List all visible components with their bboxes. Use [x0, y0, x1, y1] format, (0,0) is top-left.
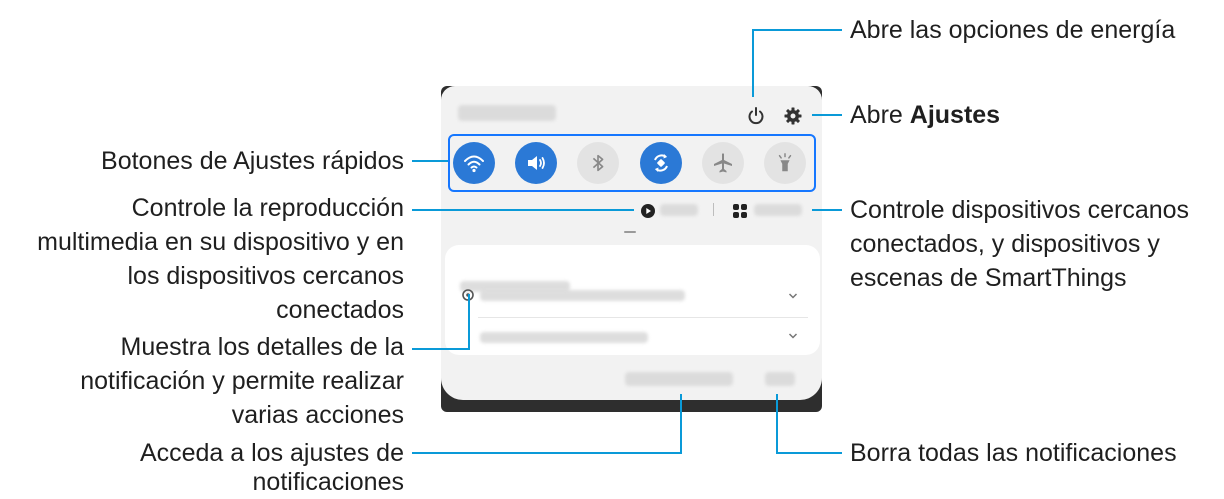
callout-line-quick-buttons [412, 160, 448, 162]
label-devices-3: escenas de SmartThings [850, 264, 1127, 292]
callout-line-power [752, 29, 842, 31]
label-clear-all: Borra todas las notificaciones [850, 439, 1177, 467]
callout-line-devices [812, 209, 842, 211]
flashlight-tile[interactable] [764, 142, 806, 184]
callout-line-notif-settings [412, 452, 682, 454]
airplane-icon [714, 153, 732, 173]
bluetooth-tile[interactable] [577, 142, 619, 184]
label-devices-2: conectados, y dispositivos y [850, 230, 1160, 258]
power-icon[interactable] [744, 104, 768, 128]
sound-tile[interactable] [515, 142, 557, 184]
label-open-settings: Abre Ajustes [850, 98, 1000, 132]
label-media-2: multimedia en su dispositivo y en [37, 228, 404, 256]
blurred-notification-1 [480, 290, 685, 301]
chevron-down-icon[interactable] [786, 290, 800, 302]
chevron-down-icon[interactable] [786, 330, 800, 342]
quick-settings-highlight [448, 134, 816, 192]
label-devices-1: Controle dispositivos cercanos [850, 196, 1190, 224]
callout-line-media [412, 209, 634, 211]
gear-icon[interactable] [781, 104, 805, 128]
clear-all-button[interactable] [765, 372, 795, 386]
callout-line-settings [812, 114, 842, 116]
notification-settings-button[interactable] [625, 372, 733, 386]
label-details-1: Muestra los detalles de la [120, 333, 404, 361]
label-media-3: los dispositivos cercanos [127, 262, 404, 290]
notification-divider [478, 317, 808, 318]
callout-line-power-vertical [752, 29, 754, 97]
label-open-settings-bold: Ajustes [909, 101, 1001, 129]
label-media-1: Controle la reproducción [131, 194, 404, 222]
callout-line-notif-settings-vertical [680, 394, 682, 454]
media-devices-separator [713, 203, 714, 216]
blurred-header-text [458, 105, 556, 121]
panel-drag-handle[interactable] [624, 231, 636, 233]
label-quick-buttons: Botones de Ajustes rápidos [101, 147, 404, 175]
label-details-3: varias acciones [231, 401, 404, 429]
label-open-settings-prefix: Abre [850, 101, 910, 129]
callout-line-details [412, 348, 470, 350]
label-notif-settings-2: notificaciones [252, 468, 404, 496]
blurred-notification-2 [480, 332, 648, 343]
wifi-icon [464, 155, 484, 173]
wifi-tile[interactable] [453, 142, 495, 184]
flashlight-icon [778, 153, 792, 172]
callout-line-clear-all-vertical [776, 394, 778, 454]
auto-rotate-icon [654, 154, 668, 172]
bluetooth-icon [592, 154, 604, 172]
label-media-4: conectados [276, 296, 404, 324]
airplane-tile[interactable] [702, 142, 744, 184]
blurred-devices-label [754, 204, 802, 216]
label-power-options: Abre las opciones de energía [850, 16, 1176, 44]
media-play-icon[interactable] [640, 203, 656, 219]
sound-icon [528, 156, 545, 170]
auto-rotate-tile[interactable] [640, 142, 682, 184]
callout-line-details-vertical [468, 294, 470, 350]
devices-grid-icon[interactable] [732, 203, 748, 219]
callout-line-clear-all [776, 452, 842, 454]
blurred-media-label [660, 204, 698, 216]
label-details-2: notificación y permite realizar [80, 367, 404, 395]
